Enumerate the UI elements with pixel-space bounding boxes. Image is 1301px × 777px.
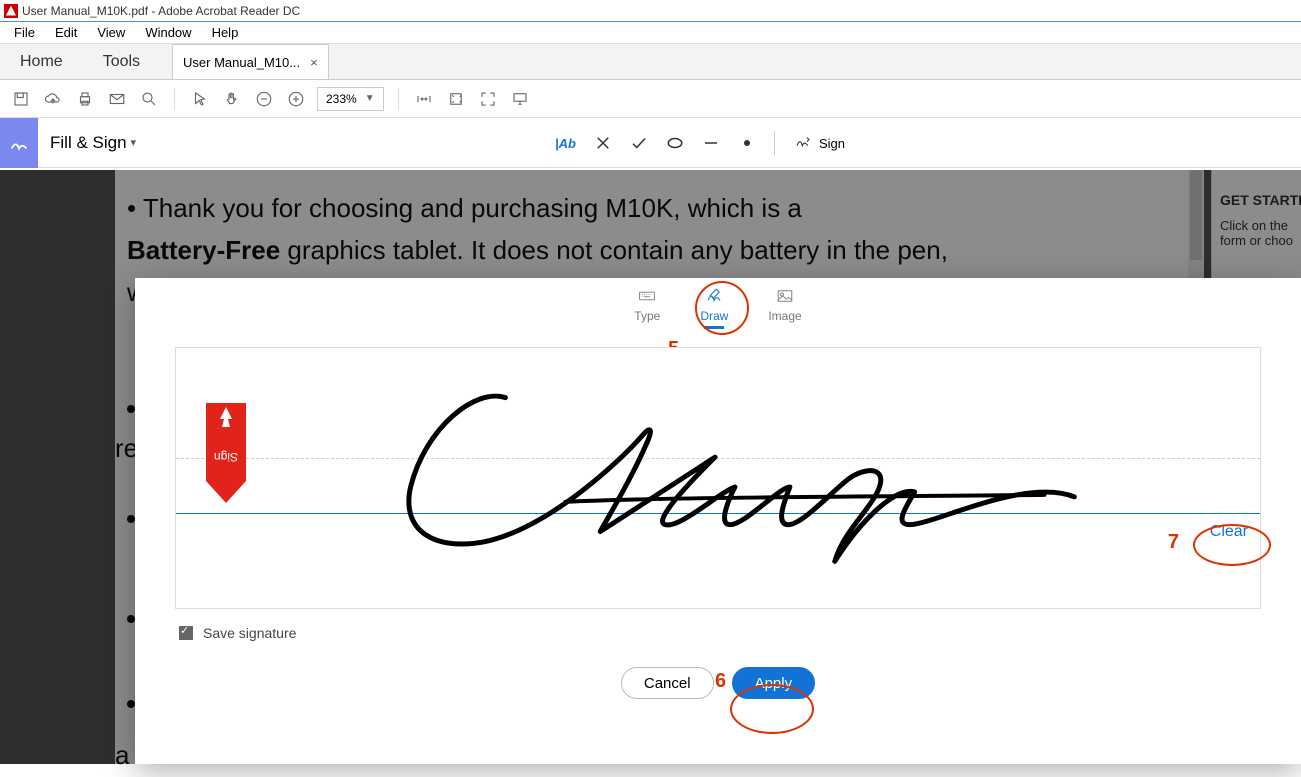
save-signature-label: Save signature [203,625,296,641]
fill-sign-bar: Fill & Sign ▾ |Ab Sign [0,118,1301,168]
zoom-value: 233% [326,92,357,106]
line-tool[interactable] [702,134,720,152]
separator [398,88,399,110]
save-icon[interactable] [10,88,32,110]
sig-mode-type-label: Type [634,309,660,323]
annotation-circle-6 [730,684,814,734]
window-title: User Manual_M10K.pdf - Adobe Acrobat Rea… [22,4,300,18]
save-signature-checkbox[interactable]: Save signature [179,625,1301,641]
signature-canvas[interactable]: Sign Clear [175,347,1261,609]
tab-home[interactable]: Home [0,44,83,79]
annotation-circle-5 [695,281,749,335]
chevron-down-icon: ▼ [365,93,375,104]
annotation-circle-7 [1193,524,1271,566]
tab-document[interactable]: User Manual_M10... × [172,44,329,79]
fill-sign-dropdown[interactable]: Fill & Sign ▾ [38,133,136,153]
cloud-upload-icon[interactable] [42,88,64,110]
signature-drawing [176,348,1260,608]
read-mode-icon[interactable] [509,88,531,110]
menu-help[interactable]: Help [204,23,247,42]
menu-edit[interactable]: Edit [47,23,85,42]
menu-file[interactable]: File [6,23,43,42]
zoom-out-icon[interactable] [253,88,275,110]
annotation-number-6: 6 [715,670,726,693]
mail-icon[interactable] [106,88,128,110]
fit-page-icon[interactable] [445,88,467,110]
menu-view[interactable]: View [89,23,133,42]
x-mark-tool[interactable] [594,134,612,152]
zoom-in-icon[interactable] [285,88,307,110]
sig-mode-image-label: Image [768,309,801,323]
toolbar: 233% ▼ [0,80,1301,118]
tab-document-label: User Manual_M10... [183,55,300,70]
sig-mode-image[interactable]: Image [768,286,801,323]
checkbox-icon[interactable] [179,626,193,640]
check-tool[interactable] [630,134,648,152]
tab-row: Home Tools User Manual_M10... × [0,44,1301,80]
pointer-icon[interactable] [189,88,211,110]
circle-tool[interactable] [666,134,684,152]
menu-window[interactable]: Window [137,23,199,42]
hand-icon[interactable] [221,88,243,110]
zoom-select[interactable]: 233% ▼ [317,87,384,111]
search-icon[interactable] [138,88,160,110]
chevron-down-icon: ▾ [131,136,137,149]
print-icon[interactable] [74,88,96,110]
fill-sign-tools: |Ab Sign [555,118,845,168]
fill-sign-badge-icon [0,118,38,168]
fit-width-icon[interactable] [413,88,435,110]
image-icon [768,286,801,306]
menubar: File Edit View Window Help [0,22,1301,44]
signature-dialog: Type Draw Image 5 Sign C [135,278,1301,764]
tab-tools[interactable]: Tools [83,44,160,79]
titlebar: User Manual_M10K.pdf - Adobe Acrobat Rea… [0,0,1301,22]
sign-label: Sign [819,136,845,151]
acrobat-icon [4,4,18,18]
fill-sign-label: Fill & Sign [50,133,127,153]
cancel-button[interactable]: Cancel [621,667,714,699]
text-tool[interactable]: |Ab [555,136,576,151]
dot-tool[interactable] [738,134,756,152]
fullscreen-icon[interactable] [477,88,499,110]
sign-button[interactable]: Sign [793,135,845,151]
sig-mode-type[interactable]: Type [634,286,660,323]
keyboard-icon [634,286,660,306]
annotation-number-7: 7 [1168,531,1179,554]
separator [174,88,175,110]
separator [774,131,775,155]
close-tab-icon[interactable]: × [310,55,318,70]
